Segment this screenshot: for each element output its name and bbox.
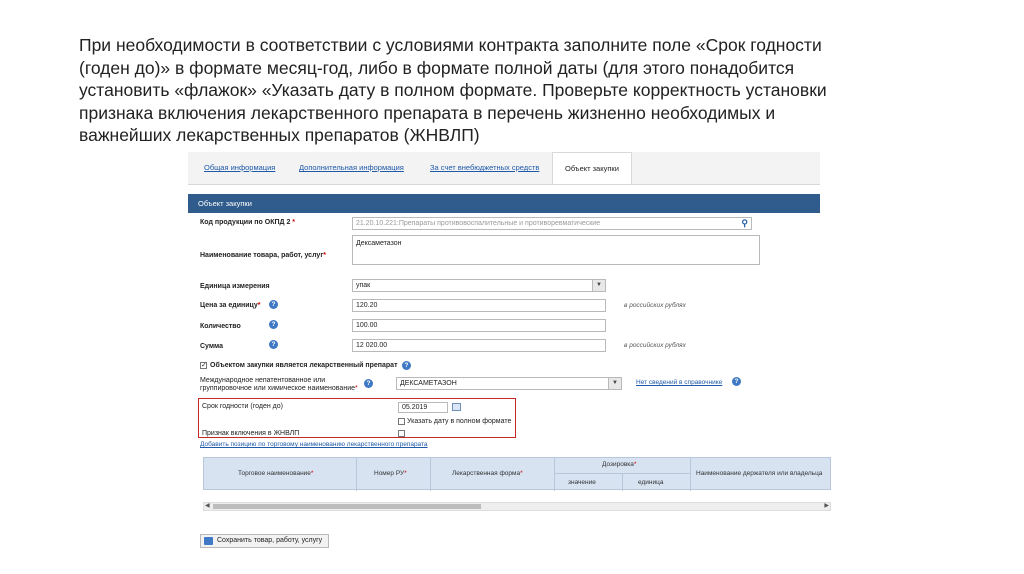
expiry-label: Срок годности (годен до): [202, 403, 283, 410]
help-icon[interactable]: ?: [269, 320, 278, 329]
inn-label-line1: Международное непатентованное или: [200, 377, 326, 384]
inn-select[interactable]: ДЕКСАМЕТАЗОН ▼: [396, 377, 622, 390]
col-trade-name: Торговое наименование*: [238, 470, 314, 477]
add-position-link[interactable]: Добавить позицию по торговому наименован…: [200, 441, 428, 448]
tab-general-info[interactable]: Общая информация: [204, 163, 275, 172]
col-ru-number: Номер РУ*: [374, 470, 407, 477]
inn-label-line2: группировочное или химическое наименован…: [200, 385, 358, 392]
drug-checkbox[interactable]: ✓: [200, 362, 207, 369]
calendar-icon[interactable]: [452, 403, 461, 411]
col-holder: Наименование держателя или владельца: [696, 470, 823, 477]
scroll-left-icon[interactable]: ◀: [205, 502, 210, 509]
col-dosage-value: значение: [568, 479, 596, 486]
drug-checkbox-label: Объектом закупки является лекарственный …: [210, 362, 398, 369]
quantity-label: Количество: [200, 323, 241, 330]
product-name-field[interactable]: Дексаметазон: [352, 235, 760, 265]
panel-header: Объект закупки: [188, 194, 820, 213]
chevron-down-icon[interactable]: ▼: [608, 378, 621, 389]
col-dosage: Дозировка*: [602, 461, 637, 468]
tab-procurement-object[interactable]: Объект закупки: [552, 152, 632, 184]
product-name-label: Наименование товара, работ, услуг*: [200, 252, 326, 259]
help-icon[interactable]: ?: [269, 340, 278, 349]
slide-line: (годен до)» в формате месяц-год, либо в …: [79, 57, 795, 78]
unit-label: Единица измерения: [200, 283, 270, 290]
sum-label: Сумма: [200, 343, 224, 350]
scroll-thumb[interactable]: [213, 504, 481, 509]
col-dosage-form: Лекарственная форма*: [452, 470, 523, 477]
tab-additional-info[interactable]: Дополнительная информация: [299, 163, 404, 172]
okpd-label: Код продукции по ОКПД 2 *: [200, 219, 296, 226]
sum-currency-hint: в российских рублях: [624, 342, 686, 349]
help-icon[interactable]: ?: [732, 377, 741, 386]
screenshot-form: Общая информация Дополнительная информац…: [188, 152, 836, 552]
save-icon: [204, 537, 213, 545]
help-icon[interactable]: ?: [364, 379, 373, 388]
tab-bar: Общая информация Дополнительная информац…: [188, 152, 820, 185]
chevron-down-icon[interactable]: ▼: [592, 280, 605, 291]
price-currency-hint: в российских рублях: [624, 302, 686, 309]
col-dosage-unit: единица: [638, 479, 664, 486]
slide-description: При необходимости в соответствии с услов…: [79, 34, 959, 147]
scroll-right-icon[interactable]: ▶: [824, 502, 829, 509]
price-field[interactable]: 120.20: [352, 299, 606, 312]
tab-extra-budget[interactable]: За счет внебюджетных средств: [430, 163, 539, 172]
help-icon[interactable]: ?: [402, 361, 411, 370]
zhnvlp-checkbox[interactable]: [398, 430, 405, 437]
drug-table-header: Торговое наименование* Номер РУ* Лекарст…: [203, 457, 831, 491]
full-date-label: Указать дату в полном формате: [407, 418, 512, 425]
unit-select[interactable]: упак ▼: [352, 279, 606, 292]
slide-line: установить «флажок» «Указать дату в полн…: [79, 80, 827, 100]
slide-line: признака включения лекарственного препар…: [79, 102, 776, 123]
price-label: Цена за единицу*: [200, 302, 261, 309]
no-reference-link[interactable]: Нет сведений в справочнике: [636, 379, 722, 386]
slide-line: важнейших лекарственных препаратов (ЖНВЛ…: [79, 125, 480, 145]
search-icon[interactable]: ⚲: [741, 218, 748, 229]
okpd-field[interactable]: 21.20.10.221:Препараты противовоспалител…: [352, 217, 752, 230]
sum-field[interactable]: 12 020.00: [352, 339, 606, 352]
save-item-button-label: Сохранить товар, работу, услугу: [217, 537, 323, 544]
zhnvlp-label: Признак включения в ЖНВЛП: [202, 430, 300, 437]
horizontal-scrollbar[interactable]: ◀ ▶: [203, 502, 831, 511]
slide-line: При необходимости в соответствии с услов…: [79, 35, 822, 55]
quantity-field[interactable]: 100.00: [352, 319, 606, 332]
help-icon[interactable]: ?: [269, 300, 278, 309]
full-date-checkbox[interactable]: [398, 418, 405, 425]
save-item-button[interactable]: Сохранить товар, работу, услугу: [200, 534, 330, 548]
expiry-field[interactable]: 05.2019: [398, 402, 448, 413]
